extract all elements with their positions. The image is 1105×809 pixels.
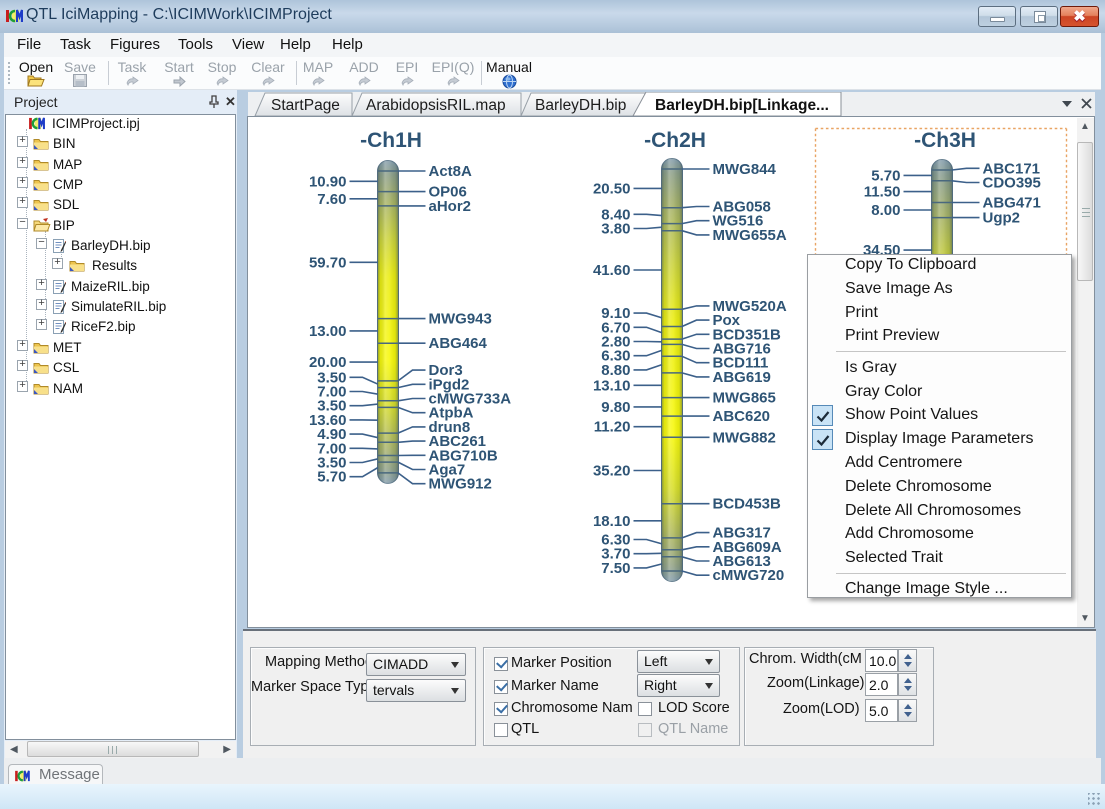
svg-text:41.60: 41.60 <box>593 262 631 279</box>
svg-text:MWG844: MWG844 <box>713 161 777 178</box>
svg-text:MWG912: MWG912 <box>429 476 492 493</box>
svg-text:CDO395: CDO395 <box>983 175 1041 192</box>
svg-text:StartPage: StartPage <box>271 97 340 114</box>
svg-text:ABG619: ABG619 <box>713 369 771 386</box>
svg-text:MWG865: MWG865 <box>713 390 776 407</box>
svg-text:-Ch2H: -Ch2H <box>644 129 706 152</box>
svg-text:3.80: 3.80 <box>601 221 630 238</box>
svg-text:9.80: 9.80 <box>601 399 630 416</box>
svg-text:10.90: 10.90 <box>309 173 347 190</box>
svg-text:BCD453B: BCD453B <box>713 496 782 513</box>
svg-text:cMWG720: cMWG720 <box>713 567 785 584</box>
svg-text:MWG943: MWG943 <box>429 311 492 328</box>
svg-text:59.70: 59.70 <box>309 254 347 271</box>
svg-text:Ugp2: Ugp2 <box>983 210 1021 227</box>
svg-text:MWG882: MWG882 <box>713 429 776 446</box>
svg-text:35.20: 35.20 <box>593 463 631 480</box>
svg-text:BarleyDH.bip[Linkage...: BarleyDH.bip[Linkage... <box>655 97 829 114</box>
svg-text:5.70: 5.70 <box>317 469 346 486</box>
svg-text:BarleyDH.bip: BarleyDH.bip <box>535 97 626 114</box>
svg-text:11.20: 11.20 <box>594 419 631 436</box>
svg-text:11.50: 11.50 <box>864 184 901 201</box>
svg-text:8.00: 8.00 <box>871 202 900 219</box>
svg-text:aHor2: aHor2 <box>429 198 472 215</box>
svg-text:18.10: 18.10 <box>593 513 631 530</box>
svg-text:13.10: 13.10 <box>593 377 631 394</box>
svg-text:ArabidopsisRIL.map: ArabidopsisRIL.map <box>366 97 506 114</box>
svg-text:ABC620: ABC620 <box>713 408 771 425</box>
svg-text:13.00: 13.00 <box>309 323 347 340</box>
svg-text:5.70: 5.70 <box>871 167 900 184</box>
svg-text:-Ch1H: -Ch1H <box>360 129 422 152</box>
svg-text:-Ch3H: -Ch3H <box>914 129 976 152</box>
svg-text:MWG655A: MWG655A <box>713 227 787 244</box>
svg-text:20.50: 20.50 <box>593 180 631 197</box>
svg-text:7.50: 7.50 <box>601 560 630 577</box>
svg-text:7.60: 7.60 <box>317 191 346 208</box>
svg-text:Act8A: Act8A <box>429 163 473 180</box>
svg-text:ABG464: ABG464 <box>429 335 488 352</box>
